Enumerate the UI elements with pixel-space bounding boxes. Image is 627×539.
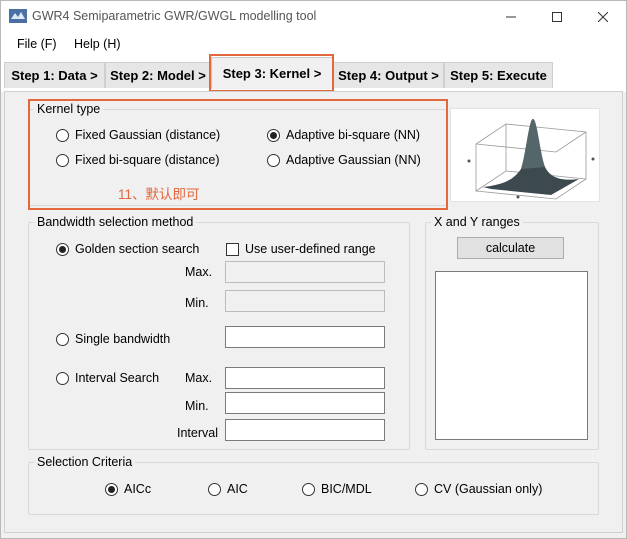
interval-max-input[interactable] [225, 367, 385, 389]
annotation-highlight-kernel [28, 99, 448, 210]
criteria-aic-radio[interactable]: AIC [208, 482, 248, 496]
bandwidth-legend: Bandwidth selection method [37, 215, 194, 229]
3d-kernel-surface-plot-icon [467, 119, 595, 200]
single-bandwidth-radio[interactable]: Single bandwidth [56, 332, 170, 346]
golden-max-label: Max. [185, 265, 213, 279]
menu-file[interactable]: File (F) [17, 37, 57, 51]
app-window: GWR4 Semiparametric GWR/GWGL modelling t… [0, 0, 627, 539]
radio-indicator [56, 332, 69, 346]
interval-max-label: Max. [185, 371, 213, 385]
interval-min-input[interactable] [225, 392, 385, 414]
tab-step2-model[interactable]: Step 2: Model > [105, 62, 211, 88]
gwr4-logo-icon [9, 9, 27, 23]
maximize-icon [552, 11, 562, 22]
golden-min-label: Min. [185, 296, 209, 310]
criteria-aicc-label: AICc [124, 482, 152, 496]
radio-indicator [302, 482, 315, 496]
title-bar: GWR4 Semiparametric GWR/GWGL modelling t… [1, 1, 626, 32]
xy-ranges-legend: X and Y ranges [434, 215, 520, 229]
calculate-button[interactable]: calculate [457, 237, 564, 259]
menu-bar: File (F) Help (H) [1, 32, 626, 56]
radio-indicator [415, 482, 428, 496]
tab-step5-execute[interactable]: Step 5: Execute [444, 62, 553, 88]
single-bandwidth-label: Single bandwidth [75, 332, 171, 346]
close-button[interactable] [580, 1, 626, 32]
radio-indicator-selected [105, 482, 118, 496]
interval-search-label: Interval Search [75, 371, 160, 385]
radio-indicator [208, 482, 221, 496]
selection-criteria-legend: Selection Criteria [37, 455, 133, 469]
window-title: GWR4 Semiparametric GWR/GWGL modelling t… [32, 9, 317, 23]
menu-help[interactable]: Help (H) [74, 37, 121, 51]
interval-step-input[interactable] [225, 419, 385, 441]
radio-indicator [56, 371, 69, 385]
golden-section-radio[interactable]: Golden section search [56, 242, 199, 256]
kernel-surface-image [450, 108, 600, 202]
criteria-bic-label: BIC/MDL [321, 482, 372, 496]
golden-min-input[interactable] [225, 290, 385, 312]
golden-max-input[interactable] [225, 261, 385, 283]
minimize-button[interactable] [488, 1, 534, 32]
golden-section-label: Golden section search [75, 242, 200, 256]
user-defined-range-label: Use user-defined range [245, 242, 376, 256]
radio-indicator-selected [56, 242, 69, 256]
xy-ranges-output-box[interactable] [435, 271, 588, 440]
criteria-cv-label: CV (Gaussian only) [434, 482, 543, 496]
interval-min-label: Min. [185, 399, 209, 413]
tab-step1-data[interactable]: Step 1: Data > [4, 62, 105, 88]
close-icon [598, 11, 608, 22]
criteria-bic-radio[interactable]: BIC/MDL [302, 482, 372, 496]
criteria-aicc-radio[interactable]: AICc [105, 482, 151, 496]
checkbox-indicator [226, 242, 239, 256]
minimize-icon [506, 16, 516, 17]
interval-search-radio[interactable]: Interval Search [56, 371, 159, 385]
single-bandwidth-input[interactable] [225, 326, 385, 348]
maximize-button[interactable] [534, 1, 580, 32]
interval-step-label: Interval [177, 426, 218, 440]
user-defined-range-checkbox[interactable]: Use user-defined range [226, 242, 376, 256]
annotation-highlight-tab [209, 54, 334, 92]
criteria-cv-radio[interactable]: CV (Gaussian only) [415, 482, 542, 496]
tab-step4-output[interactable]: Step 4: Output > [333, 62, 444, 88]
criteria-aic-label: AIC [227, 482, 248, 496]
